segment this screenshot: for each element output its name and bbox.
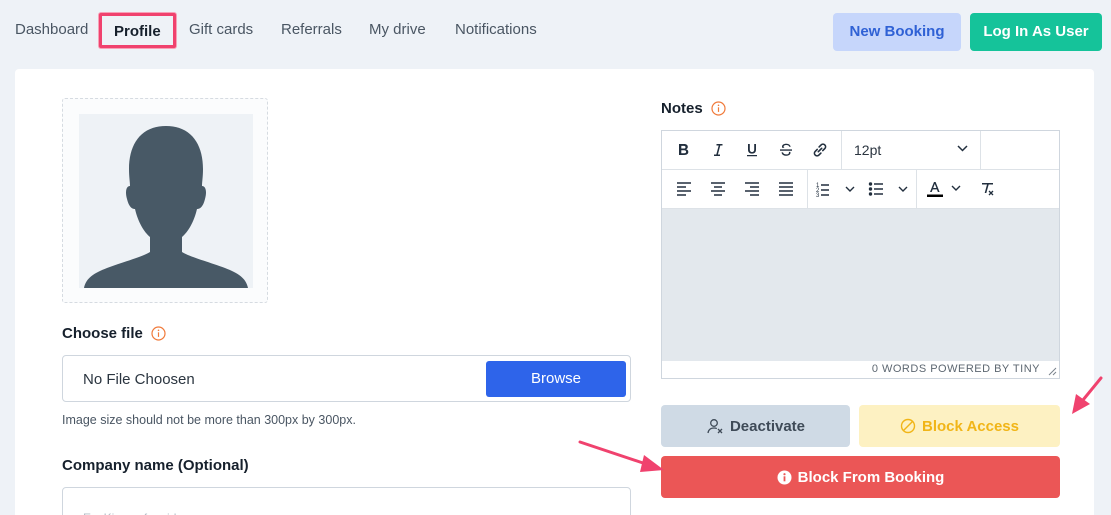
nav-item-gift-cards[interactable]: Gift cards xyxy=(189,21,253,39)
editor-toolbar-row-1: 12pt xyxy=(662,131,1059,170)
font-size-select[interactable]: 12pt xyxy=(842,131,980,170)
chevron-down-icon xyxy=(957,145,968,152)
browse-button[interactable]: Browse xyxy=(486,361,626,397)
user-x-icon xyxy=(707,419,723,434)
notes-editor: 12pt 123 0 WORDS POWERED BY TINY xyxy=(661,130,1060,379)
choose-file-label: Choose file xyxy=(62,325,143,342)
bold-icon[interactable] xyxy=(669,135,699,165)
top-nav: Dashboard Profile Gift cards Referrals M… xyxy=(0,0,1111,62)
info-icon[interactable] xyxy=(711,101,726,116)
svg-text:3: 3 xyxy=(816,193,820,197)
nav-item-dashboard[interactable]: Dashboard xyxy=(15,21,88,39)
notes-label: Notes xyxy=(661,100,703,117)
nav-item-my-drive[interactable]: My drive xyxy=(369,21,426,39)
resize-handle-icon[interactable] xyxy=(1048,367,1057,376)
font-size-value: 12pt xyxy=(854,142,882,158)
link-icon[interactable] xyxy=(805,135,835,165)
notes-label-row: Notes xyxy=(661,100,726,117)
clear-formatting-icon[interactable] xyxy=(973,174,1003,204)
align-right-icon[interactable] xyxy=(737,174,767,204)
avatar xyxy=(79,114,253,288)
nav-item-referrals[interactable]: Referrals xyxy=(281,21,342,39)
nav-item-profile[interactable]: Profile xyxy=(99,13,176,48)
editor-status-bar: 0 WORDS POWERED BY TINY xyxy=(662,361,1059,378)
info-circle-icon xyxy=(777,470,792,484)
text-color-icon[interactable] xyxy=(924,174,970,204)
italic-icon[interactable] xyxy=(703,135,733,165)
numbered-list-icon[interactable]: 123 xyxy=(814,174,860,204)
block-access-button[interactable]: Block Access xyxy=(859,405,1060,447)
new-booking-button[interactable]: New Booking xyxy=(833,13,961,51)
block-access-label: Block Access xyxy=(921,417,1019,435)
strikethrough-icon[interactable] xyxy=(771,135,801,165)
file-input[interactable]: No File Choosen Browse xyxy=(62,355,631,402)
notes-edit-area[interactable] xyxy=(662,209,1059,361)
deactivate-label: Deactivate xyxy=(729,417,806,435)
align-center-icon[interactable] xyxy=(703,174,733,204)
file-input-value: No File Choosen xyxy=(83,371,195,388)
bullet-list-icon[interactable] xyxy=(867,174,913,204)
editor-toolbar-row-2: 123 xyxy=(662,170,1059,209)
block-from-booking-button[interactable]: Block From Booking xyxy=(661,456,1060,498)
deactivate-button[interactable]: Deactivate xyxy=(661,405,850,447)
log-in-as-user-button[interactable]: Log In As User xyxy=(970,13,1102,51)
nav-item-notifications[interactable]: Notifications xyxy=(455,21,537,39)
image-size-hint: Image size should not be more than 300px… xyxy=(62,413,356,427)
user-silhouette-icon xyxy=(84,126,248,288)
underline-icon[interactable] xyxy=(737,135,767,165)
info-icon[interactable] xyxy=(151,326,166,341)
company-name-label: Company name (Optional) xyxy=(62,457,249,474)
align-justify-icon[interactable] xyxy=(771,174,801,204)
choose-file-label-row: Choose file xyxy=(62,325,166,342)
company-name-input[interactable] xyxy=(62,487,631,515)
ban-icon xyxy=(900,418,916,434)
block-from-booking-label: Block From Booking xyxy=(797,468,945,486)
avatar-dropzone[interactable] xyxy=(62,98,268,303)
align-left-icon[interactable] xyxy=(669,174,699,204)
